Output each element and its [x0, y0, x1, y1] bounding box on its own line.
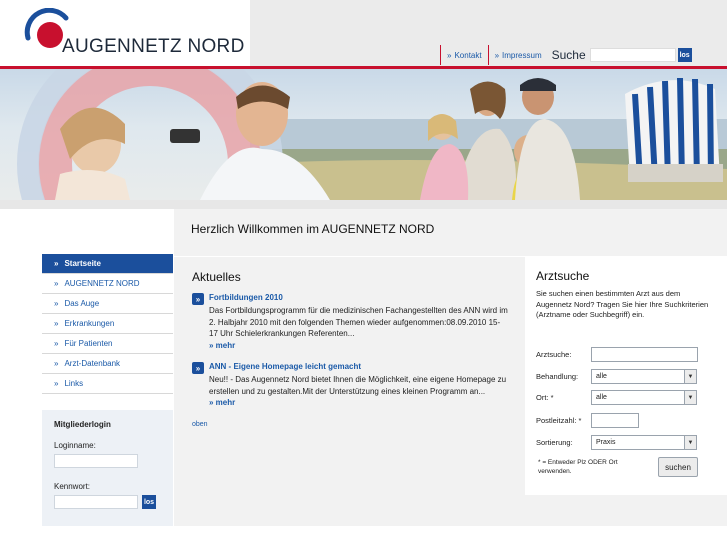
- behandlung-select[interactable]: alle ▼: [591, 369, 697, 384]
- sidebar-item-startseite[interactable]: » Startseite: [42, 254, 173, 274]
- search-button[interactable]: los: [677, 48, 692, 62]
- sidebar-item-label: Startseite: [64, 259, 101, 268]
- ort-value: alle: [596, 394, 607, 401]
- news-headline[interactable]: Fortbildungen 2010: [209, 293, 283, 302]
- news-title: Aktuelles: [192, 270, 241, 284]
- password-row: los: [54, 495, 161, 523]
- chevron-right-icon: »: [494, 50, 500, 60]
- header: AUGENNETZ NORD » Kontakt » Impressum Suc…: [0, 0, 727, 66]
- arztsuche-input[interactable]: [591, 347, 698, 362]
- form-row-arztsuche: Arztsuche:: [536, 347, 726, 362]
- password-label: Kennwort:: [54, 482, 91, 491]
- sidebar-item-arzt-datenbank[interactable]: » Arzt-Datenbank: [42, 354, 173, 374]
- chevron-down-icon: ▼: [684, 436, 696, 449]
- ort-select[interactable]: alle ▼: [591, 390, 697, 405]
- sidebar-item-label: AUGENNETZ NORD: [64, 279, 140, 288]
- banner-image: [0, 69, 727, 200]
- news-text: Neu!! - Das Augennetz Nord bietet Ihnen …: [209, 375, 507, 396]
- chevron-right-icon: »: [54, 379, 59, 388]
- nav-impressum[interactable]: » Impressum: [487, 45, 548, 65]
- back-to-top-link[interactable]: oben: [192, 421, 208, 428]
- behandlung-label: Behandlung:: [536, 372, 579, 381]
- news-body: Das Fortbildungsprogramm für die medizin…: [209, 305, 509, 351]
- doctor-search-description: Sie suchen einen bestimmten Arzt aus dem…: [536, 289, 709, 319]
- banner-bottom-stripe: [0, 200, 727, 209]
- form-row-sortierung: Sortierung: Praxis ▼: [536, 435, 726, 450]
- login-button[interactable]: los: [142, 495, 156, 509]
- sidebar-item-augennetz-nord[interactable]: » AUGENNETZ NORD: [42, 274, 173, 294]
- news-item: » Fortbildungen 2010 Das Fortbildungspro…: [192, 293, 510, 353]
- logo[interactable]: AUGENNETZ NORD: [22, 8, 262, 64]
- news-arrow-icon[interactable]: »: [192, 293, 204, 305]
- sidebar-item-label: Arzt-Datenbank: [64, 359, 121, 368]
- logo-text: AUGENNETZ NORD: [62, 36, 245, 57]
- nav-kontakt-label: Kontakt: [454, 50, 482, 60]
- news-body: Neu!! - Das Augennetz Nord bietet Ihnen …: [209, 374, 509, 409]
- login-name-label: Loginname:: [54, 441, 96, 450]
- search-input[interactable]: [589, 48, 676, 62]
- behandlung-value: alle: [596, 373, 607, 380]
- news-text: Das Fortbildungsprogramm für die medizin…: [209, 306, 508, 338]
- sidebar-item-label: Für Patienten: [64, 339, 113, 348]
- arztsuche-label: Arztsuche:: [536, 350, 572, 359]
- sidebar-item-label: Das Auge: [64, 299, 100, 308]
- login-name-field[interactable]: [54, 454, 138, 468]
- news-more-link[interactable]: » mehr: [209, 341, 235, 350]
- password-field[interactable]: [54, 495, 138, 509]
- news-item: » ANN - Eigene Homepage leicht gemacht N…: [192, 362, 510, 412]
- chevron-right-icon: »: [54, 279, 59, 288]
- chevron-right-icon: »: [54, 319, 59, 328]
- member-login: Mitgliederlogin Loginname: Kennwort: los: [42, 410, 173, 526]
- banner-scene-icon: [17, 69, 727, 200]
- form-row-plz: Postleitzahl: *: [536, 413, 726, 428]
- sidebar-item-links[interactable]: » Links: [42, 374, 173, 394]
- ort-label: Ort: *: [536, 393, 554, 402]
- news-more-link[interactable]: » mehr: [209, 398, 235, 407]
- plz-input[interactable]: [591, 413, 639, 428]
- sortierung-select[interactable]: Praxis ▼: [591, 435, 697, 450]
- chevron-down-icon: ▼: [684, 370, 696, 383]
- search-label: Suche: [551, 48, 586, 62]
- top-nav: » Kontakt » Impressum Suche los: [440, 45, 692, 65]
- sidebar-item-erkrankungen[interactable]: » Erkrankungen: [42, 314, 173, 334]
- chevron-right-icon: »: [447, 50, 452, 60]
- plz-label: Postleitzahl: *: [536, 416, 582, 425]
- chevron-right-icon: »: [54, 359, 59, 368]
- sidebar-item-label: Erkrankungen: [64, 319, 115, 328]
- news-headline[interactable]: ANN - Eigene Homepage leicht gemacht: [209, 362, 361, 371]
- doctor-search-panel: Arztsuche Sie suchen einen bestimmten Ar…: [525, 257, 727, 495]
- chevron-right-icon: »: [54, 339, 59, 348]
- page-title: Herzlich Willkommen im AUGENNETZ NORD: [191, 222, 435, 236]
- nav-impressum-label: Impressum: [502, 50, 542, 60]
- chevron-right-icon: »: [54, 299, 59, 308]
- chevron-down-icon: ▼: [684, 391, 696, 404]
- login-title: Mitgliederlogin: [54, 420, 111, 429]
- sidebar-item-label: Links: [64, 379, 84, 388]
- suchen-button[interactable]: suchen: [658, 457, 698, 477]
- search-hint: * = Entweder Plz ODER Ort verwenden.: [538, 459, 618, 475]
- doctor-search-title: Arztsuche: [536, 269, 590, 283]
- chevron-right-icon: »: [54, 259, 59, 268]
- sidebar-item-das-auge[interactable]: » Das Auge: [42, 294, 173, 314]
- sidebar-item-fuer-patienten[interactable]: » Für Patienten: [42, 334, 173, 354]
- sortierung-value: Praxis: [596, 439, 616, 446]
- news-arrow-icon[interactable]: »: [192, 362, 204, 374]
- form-row-ort: Ort: * alle ▼: [536, 390, 726, 405]
- sidebar-nav: » Startseite » AUGENNETZ NORD » Das Auge…: [42, 254, 173, 394]
- nav-kontakt[interactable]: » Kontakt: [440, 45, 488, 65]
- sortierung-label: Sortierung:: [536, 438, 573, 447]
- form-row-behandlung: Behandlung: alle ▼: [536, 369, 726, 384]
